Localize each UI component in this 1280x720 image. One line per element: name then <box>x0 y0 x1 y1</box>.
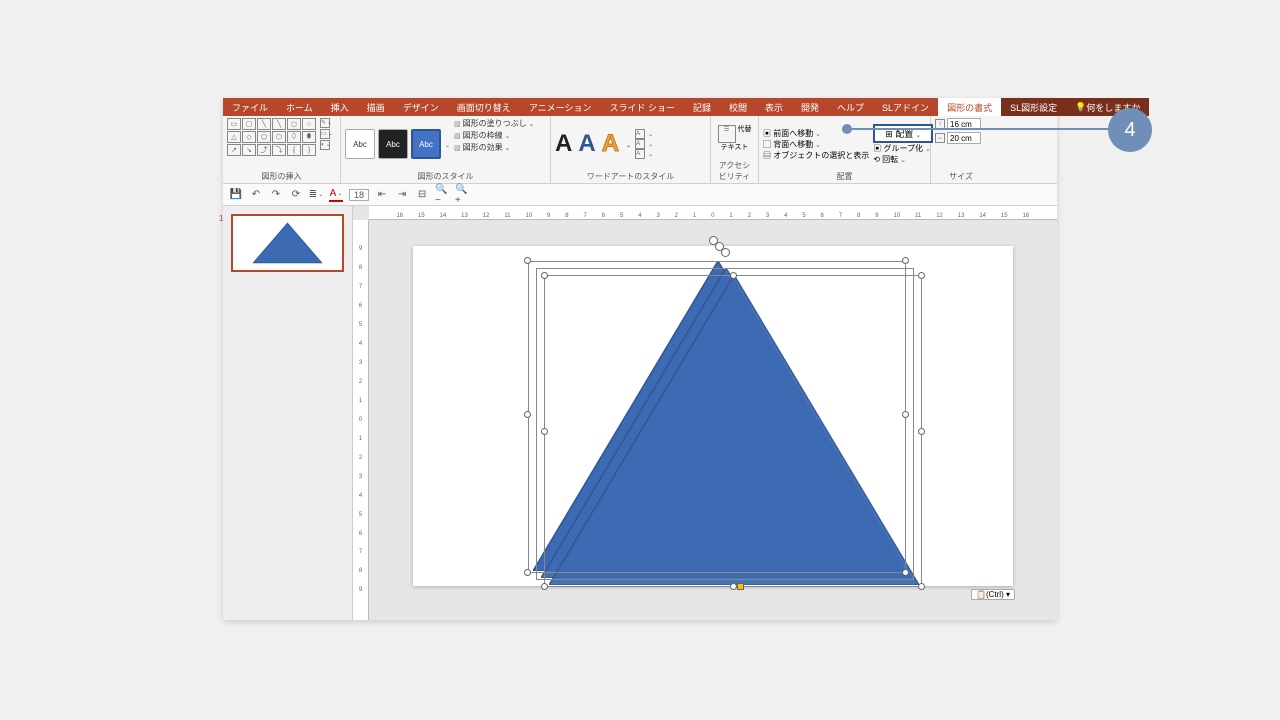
width-icon: ↔ <box>935 133 945 143</box>
tab-transitions[interactable]: 画面切り替え <box>448 98 520 116</box>
group-label: グループ化 <box>883 144 923 153</box>
send-backward-button[interactable]: ▢ 背面へ移動 <box>763 139 869 150</box>
tab-slideshow[interactable]: スライド ショー <box>600 98 684 116</box>
slide-thumbnail-1[interactable] <box>231 214 344 272</box>
group-label: 図形のスタイル <box>345 171 546 182</box>
wordart-more[interactable] <box>625 140 631 149</box>
shapes-gallery[interactable]: ▭▢╲╲◻○ △◇⬠⬡⬯⬮ ↗↘⤴⤵{} <box>227 118 316 170</box>
tab-help[interactable]: ヘルプ <box>828 98 873 116</box>
shape-effects-button[interactable]: 図形の効果 <box>454 142 534 153</box>
group-label: ワードアートのスタイル <box>555 171 706 182</box>
decrease-indent-icon[interactable]: ⇤ <box>375 188 389 202</box>
selection-handle[interactable] <box>902 257 909 264</box>
shape-outline-button[interactable]: 図形の枠線 <box>454 130 534 141</box>
wordart-preset-1[interactable]: A <box>555 130 572 158</box>
workspace: 1 16151413121110987654321012345678910111… <box>223 206 1057 620</box>
ribbon: ▭▢╲╲◻○ △◇⬠⬡⬯⬮ ↗↘⤴⤵{} ✎ ▭ ◐ 図形の挿入 Abc Abc… <box>223 116 1057 184</box>
tab-design[interactable]: デザイン <box>394 98 448 116</box>
group-size: ↕ 16 cm ↔ 20 cm サイズ <box>931 116 991 183</box>
group-button[interactable]: ▣ グループ化 <box>873 143 933 154</box>
style-preset-1[interactable]: Abc <box>345 129 375 159</box>
callout-step-badge: 4 <box>1108 108 1152 152</box>
tab-draw[interactable]: 描画 <box>358 98 394 116</box>
align-button[interactable]: ⊞ 配置 <box>873 124 933 143</box>
redo-icon[interactable]: ↷ <box>269 188 283 202</box>
style-preset-2[interactable]: Abc <box>378 129 408 159</box>
selection-handle[interactable] <box>524 257 531 264</box>
text-outline-button[interactable]: A <box>635 139 653 149</box>
thumbnail-number: 1 <box>219 214 223 223</box>
tab-insert[interactable]: 挿入 <box>322 98 358 116</box>
tab-animations[interactable]: アニメーション <box>520 98 601 116</box>
shape-width-row: ↔ 20 cm <box>935 132 987 144</box>
tab-sladdin[interactable]: SLアドイン <box>873 98 938 116</box>
bring-forward-label: 前面へ移動 <box>773 129 813 138</box>
group-label: サイズ <box>935 171 987 182</box>
repeat-icon[interactable]: ⟳ <box>289 188 303 202</box>
rotation-handle[interactable] <box>721 248 730 257</box>
selection-handle[interactable] <box>524 411 531 418</box>
group-label: 配置 <box>763 171 926 182</box>
shape-style-options: 図形の塗りつぶし 図形の枠線 図形の効果 <box>454 118 534 170</box>
selection-handle[interactable] <box>524 569 531 576</box>
group-insert-shapes: ▭▢╲╲◻○ △◇⬠⬡⬯⬮ ↗↘⤴⤵{} ✎ ▭ ◐ 図形の挿入 <box>223 116 341 183</box>
alt-text-button[interactable]: ☰ 代替テキスト <box>715 125 754 152</box>
callout-connector-line <box>846 128 1118 130</box>
zoom-in-icon[interactable]: 🔍+ <box>455 188 469 202</box>
shape-width-field[interactable]: 20 cm <box>947 132 981 144</box>
vertical-ruler: 9876543210123456789 <box>353 220 369 620</box>
slide-canvas-area: 1615141312111098765432101234567891011121… <box>353 206 1057 620</box>
selection-handle[interactable] <box>902 411 909 418</box>
selection-box-3 <box>544 275 922 587</box>
font-size-field[interactable]: 18 <box>349 189 369 201</box>
text-fill-button[interactable]: A <box>635 129 653 139</box>
align-label: 配置 <box>895 129 913 139</box>
group-label: 図形の挿入 <box>227 171 336 182</box>
selection-pane-label: オブジェクトの選択と表示 <box>773 151 869 160</box>
text-effects-button[interactable]: A <box>635 149 653 159</box>
ruler-toggle-icon[interactable]: ⊟ <box>415 188 429 202</box>
shape-extra-dropdowns[interactable]: ✎ ▭ ◐ <box>320 118 330 170</box>
group-shape-styles: Abc Abc Abc 図形の塗りつぶし 図形の枠線 図形の効果 図形のスタイル <box>341 116 551 183</box>
tab-view[interactable]: 表示 <box>756 98 792 116</box>
group-label: アクセシビリティ <box>715 160 754 182</box>
ctrl-hint-label: (Ctrl) <box>986 590 1004 599</box>
wordart-preset-2[interactable]: A <box>578 130 595 158</box>
powerpoint-window: ファイル ホーム 挿入 描画 デザイン 画面切り替え アニメーション スライド … <box>223 98 1057 620</box>
shape-fill-button[interactable]: 図形の塗りつぶし <box>454 118 534 129</box>
slide[interactable]: 📋(Ctrl) ▾ <box>413 246 1013 586</box>
selection-handle[interactable] <box>902 569 909 576</box>
zoom-out-icon[interactable]: 🔍− <box>435 188 449 202</box>
bullets-icon[interactable]: ≣ <box>309 188 323 202</box>
tab-sl-shape-settings[interactable]: SL図形設定 <box>1001 98 1066 116</box>
save-icon[interactable]: 💾 <box>229 188 243 202</box>
ribbon-tabs: ファイル ホーム 挿入 描画 デザイン 画面切り替え アニメーション スライド … <box>223 98 1057 116</box>
tab-developer[interactable]: 開発 <box>792 98 828 116</box>
rotate-label: 回転 <box>882 155 898 164</box>
tab-shape-format[interactable]: 図形の書式 <box>938 98 1001 116</box>
tab-home[interactable]: ホーム <box>277 98 322 116</box>
wordart-preset-3[interactable]: A <box>602 130 619 158</box>
horizontal-ruler: 1615141312111098765432101234567891011121… <box>369 206 1057 220</box>
quick-access-toolbar: 💾 ↶ ↷ ⟳ ≣ A 18 ⇤ ⇥ ⊟ 🔍− 🔍+ <box>223 184 1057 206</box>
selection-pane-button[interactable]: ▤ オブジェクトの選択と表示 <box>763 150 869 161</box>
wordart-gallery[interactable]: A A A <box>555 130 631 158</box>
wordart-options: A A A <box>635 129 653 159</box>
group-wordart-styles: A A A A A A ワードアートのスタイル <box>551 116 711 183</box>
rotate-button[interactable]: ⟲ 回転 <box>873 154 933 165</box>
tab-review[interactable]: 校閲 <box>720 98 756 116</box>
font-color-icon[interactable]: A <box>329 188 343 202</box>
style-preset-3[interactable]: Abc <box>411 129 441 159</box>
tab-file[interactable]: ファイル <box>223 98 277 116</box>
paste-options-tag[interactable]: 📋(Ctrl) ▾ <box>971 589 1015 600</box>
slide-thumbnails-panel: 1 <box>223 206 353 620</box>
shape-style-gallery[interactable]: Abc Abc Abc <box>345 118 450 170</box>
style-gallery-more[interactable] <box>444 140 450 149</box>
increase-indent-icon[interactable]: ⇥ <box>395 188 409 202</box>
tab-record[interactable]: 記録 <box>684 98 720 116</box>
send-backward-label: 背面へ移動 <box>773 140 813 149</box>
group-accessibility: ☰ 代替テキスト アクセシビリティ <box>711 116 759 183</box>
undo-icon[interactable]: ↶ <box>249 188 263 202</box>
